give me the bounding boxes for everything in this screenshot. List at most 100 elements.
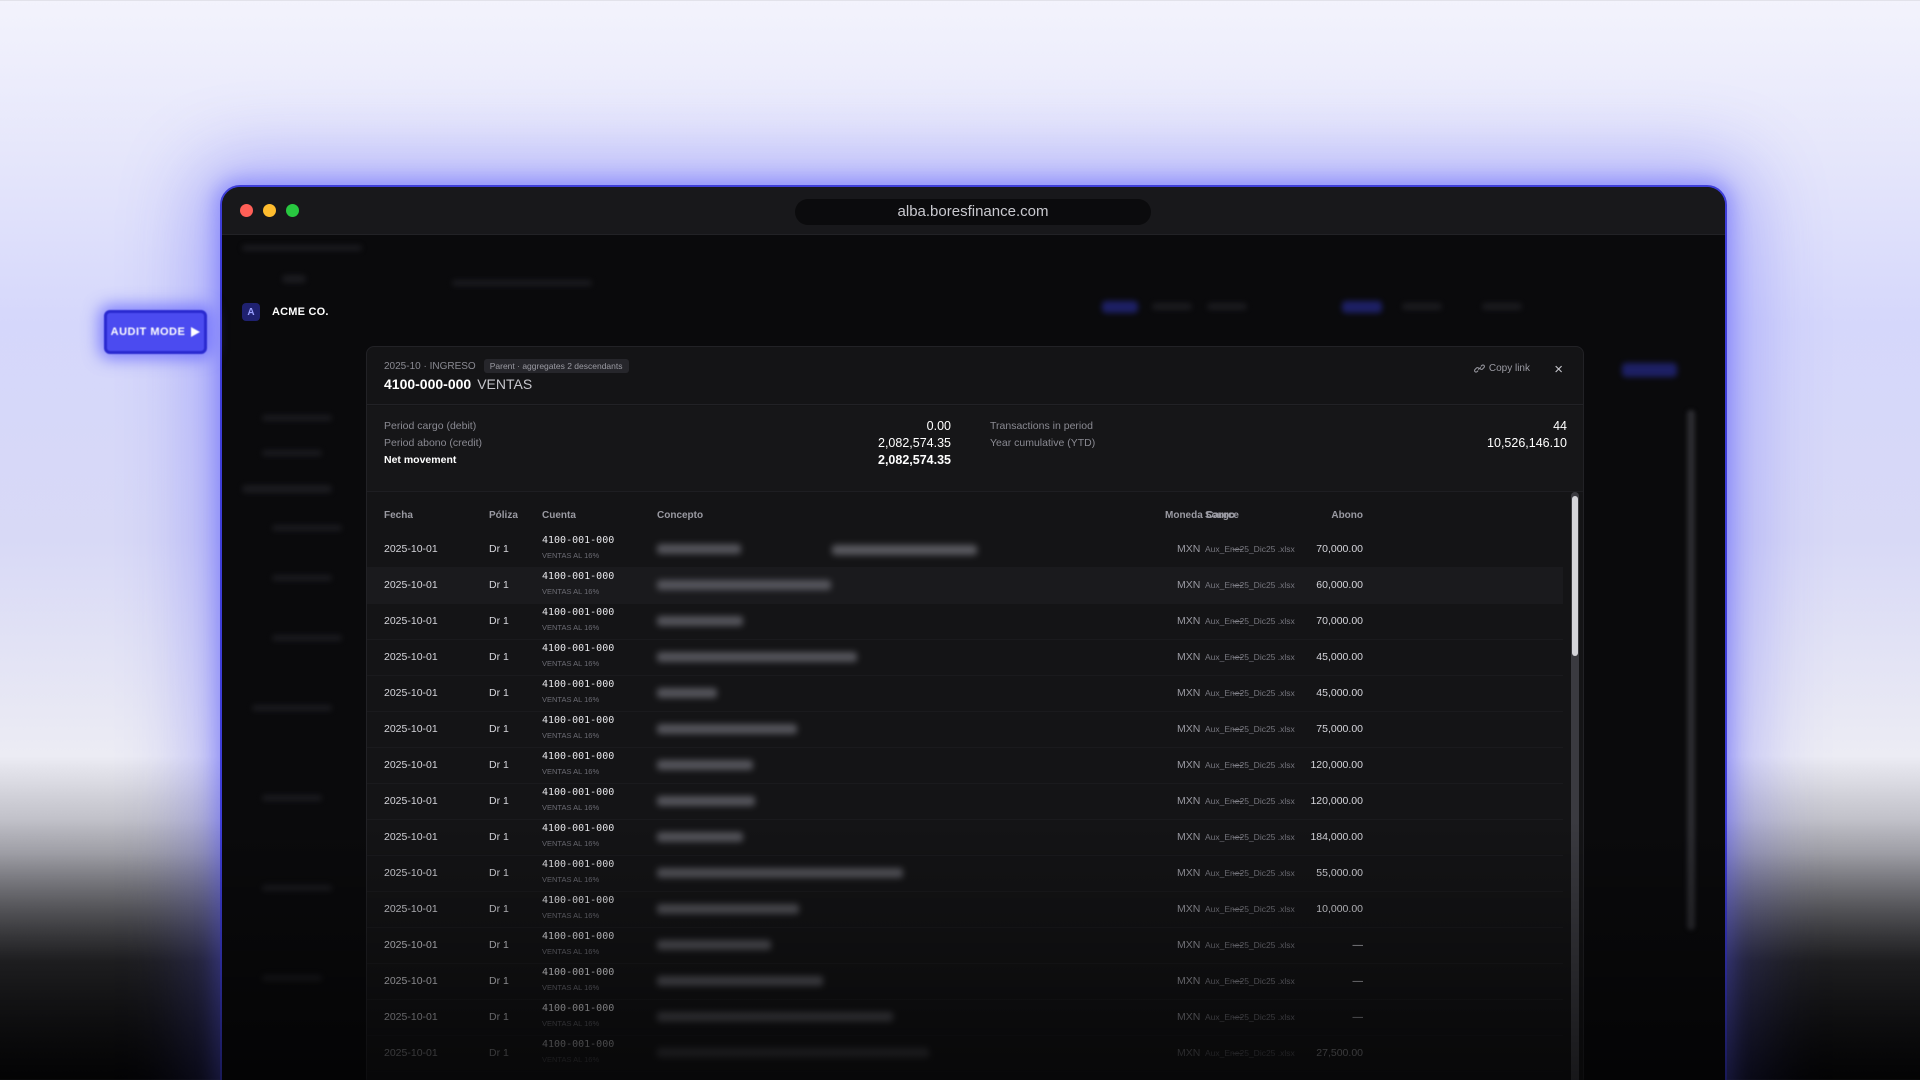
- col-moneda[interactable]: Moneda: [1165, 510, 1203, 521]
- table-row[interactable]: 2025-10-01 Dr 1 4100-001-000 VENTAS AL 16% —…: [367, 568, 1563, 604]
- row-poliza: Dr 1: [489, 795, 509, 807]
- bg-heading-text: [452, 280, 592, 286]
- net-movement-value: 2,082,574.35: [878, 453, 951, 467]
- row-cuenta-name: VENTAS AL 16%: [542, 875, 600, 884]
- row-source: Aux_Ene25_Dic25 .xlsx: [1205, 1048, 1295, 1058]
- minimize-window-button[interactable]: [263, 204, 276, 217]
- period-type-label: 2025-10 · INGRESO: [384, 360, 476, 372]
- row-moneda: MXN: [1177, 687, 1201, 699]
- table-row[interactable]: 2025-10-01 Dr 1 4100-001-000 VENTAS AL 16% —…: [367, 640, 1563, 676]
- period-abono-label: Period abono (credit): [384, 437, 483, 449]
- row-date: 2025-10-01: [384, 759, 438, 771]
- row-cuenta-name: VENTAS AL 16%: [542, 587, 600, 596]
- scrollbar-thumb[interactable]: [1572, 496, 1578, 656]
- row-abono: 120,000.00: [1310, 759, 1363, 771]
- bg-topbar-text: [242, 245, 362, 251]
- row-date: 2025-10-01: [384, 939, 438, 951]
- row-cuenta: 4100-001-000: [542, 679, 615, 690]
- period-cargo-value: 0.00: [926, 419, 951, 433]
- row-moneda: MXN: [1177, 939, 1201, 951]
- row-abono: —: [1352, 939, 1364, 951]
- row-source: Aux_Ene25_Dic25 .xlsx: [1205, 940, 1295, 950]
- table-row[interactable]: 2025-10-01 Dr 1 4100-001-000 VENTAS AL 16% —…: [367, 1000, 1563, 1036]
- row-abono: 120,000.00: [1310, 795, 1363, 807]
- table-row[interactable]: 2025-10-01 Dr 1 4100-001-000 VENTAS AL 16% —…: [367, 892, 1563, 928]
- bg-toolbar-text: [1402, 303, 1442, 310]
- transactions-table-body: 2025-10-01 Dr 1 4100-001-000 VENTAS AL 16% —…: [367, 532, 1563, 1080]
- row-cuenta-name: VENTAS AL 16%: [542, 767, 600, 776]
- row-concepto-redacted: [657, 904, 799, 914]
- row-concepto-redacted: [657, 688, 717, 698]
- address-bar[interactable]: alba.boresfinance.com: [795, 199, 1151, 225]
- modal-scrollbar[interactable]: [1571, 492, 1579, 1080]
- row-poliza: Dr 1: [489, 615, 509, 627]
- close-icon[interactable]: ×: [1554, 361, 1563, 378]
- row-concepto-redacted: [657, 868, 903, 878]
- row-cuenta-name: VENTAS AL 16%: [542, 803, 600, 812]
- table-row[interactable]: 2025-10-01 Dr 1 4100-001-000 VENTAS AL 16% —…: [367, 820, 1563, 856]
- row-date: 2025-10-01: [384, 1047, 438, 1059]
- brand-logo-icon: A: [242, 303, 260, 321]
- copy-link-button[interactable]: Copy link: [1473, 363, 1530, 374]
- row-cuenta: 4100-001-000: [542, 859, 615, 870]
- row-date: 2025-10-01: [384, 543, 438, 555]
- bg-scrollbar: [1687, 410, 1695, 930]
- bg-sidebar-item: [272, 635, 342, 641]
- row-poliza: Dr 1: [489, 651, 509, 663]
- row-source: Aux_Ene25_Dic25 .xlsx: [1205, 724, 1295, 734]
- maximize-window-button[interactable]: [286, 204, 299, 217]
- row-cuenta-name: VENTAS AL 16%: [542, 1019, 600, 1028]
- row-date: 2025-10-01: [384, 579, 438, 591]
- row-concepto-redacted: [657, 652, 857, 662]
- bg-toolbar-text: [1207, 303, 1247, 310]
- row-poliza: Dr 1: [489, 687, 509, 699]
- row-poliza: Dr 1: [489, 831, 509, 843]
- row-date: 2025-10-01: [384, 615, 438, 627]
- row-source: Aux_Ene25_Dic25 .xlsx: [1205, 760, 1295, 770]
- col-cuenta[interactable]: Cuenta: [542, 510, 576, 521]
- col-source[interactable]: Source: [1205, 510, 1239, 521]
- table-row[interactable]: 2025-10-01 Dr 1 4100-001-000 VENTAS AL 16% —…: [367, 784, 1563, 820]
- table-row[interactable]: 2025-10-01 Dr 1 4100-001-000 VENTAS AL 16% —…: [367, 964, 1563, 1000]
- table-row[interactable]: 2025-10-01 Dr 1 4100-001-000 VENTAS AL 16% —…: [367, 712, 1563, 748]
- close-window-button[interactable]: [240, 204, 253, 217]
- col-poliza[interactable]: Póliza: [489, 510, 518, 521]
- col-concepto[interactable]: Concepto: [657, 510, 703, 521]
- col-fecha[interactable]: Fecha: [384, 510, 413, 521]
- brand-name: ACME CO.: [272, 306, 329, 318]
- row-concepto-redacted: [657, 1012, 893, 1022]
- table-row[interactable]: 2025-10-01 Dr 1 4100-001-000 VENTAS AL 16% —…: [367, 928, 1563, 964]
- row-abono: —: [1352, 975, 1364, 987]
- row-source: Aux_Ene25_Dic25 .xlsx: [1205, 652, 1295, 662]
- row-concepto-redacted: [657, 616, 743, 626]
- col-abono[interactable]: Abono: [1331, 510, 1363, 521]
- sidebar-brand[interactable]: A ACME CO.: [242, 303, 329, 321]
- row-source: Aux_Ene25_Dic25 .xlsx: [1205, 976, 1295, 986]
- audit-mode-label: AUDIT MODE: [110, 326, 186, 338]
- row-poliza: Dr 1: [489, 759, 509, 771]
- net-movement-label: Net movement: [384, 454, 457, 466]
- row-source: Aux_Ene25_Dic25 .xlsx: [1205, 832, 1295, 842]
- row-date: 2025-10-01: [384, 1011, 438, 1023]
- row-cuenta-name: VENTAS AL 16%: [542, 983, 600, 992]
- bg-sidebar-item: [262, 795, 322, 801]
- row-cuenta: 4100-001-000: [542, 931, 615, 942]
- row-cuenta: 4100-001-000: [542, 787, 615, 798]
- table-row[interactable]: 2025-10-01 Dr 1 4100-001-000 VENTAS AL 16% —…: [367, 604, 1563, 640]
- table-row[interactable]: 2025-10-01 Dr 1 4100-001-000 VENTAS AL 16% —…: [367, 1036, 1563, 1072]
- ytd-value: 10,526,146.10: [1487, 436, 1567, 450]
- row-abono: 45,000.00: [1316, 651, 1363, 663]
- row-cuenta-name: VENTAS AL 16%: [542, 659, 600, 668]
- audit-mode-button[interactable]: AUDIT MODE: [104, 310, 207, 354]
- table-row[interactable]: 2025-10-01 Dr 1 4100-001-000 VENTAS AL 16% —…: [367, 856, 1563, 892]
- row-source: Aux_Ene25_Dic25 .xlsx: [1205, 904, 1295, 914]
- row-abono: 60,000.00: [1316, 579, 1363, 591]
- table-row[interactable]: 2025-10-01 Dr 1 4100-001-000 VENTAS AL 16% —…: [367, 676, 1563, 712]
- period-abono-value: 2,082,574.35: [878, 436, 951, 450]
- table-row[interactable]: 2025-10-01 Dr 1 4100-001-000 VENTAS AL 16% —…: [367, 748, 1563, 784]
- row-poliza: Dr 1: [489, 723, 509, 735]
- bg-nav-text: [282, 275, 306, 283]
- row-moneda: MXN: [1177, 975, 1201, 987]
- row-cuenta: 4100-001-000: [542, 1039, 615, 1050]
- row-concepto-redacted: [657, 1048, 929, 1058]
